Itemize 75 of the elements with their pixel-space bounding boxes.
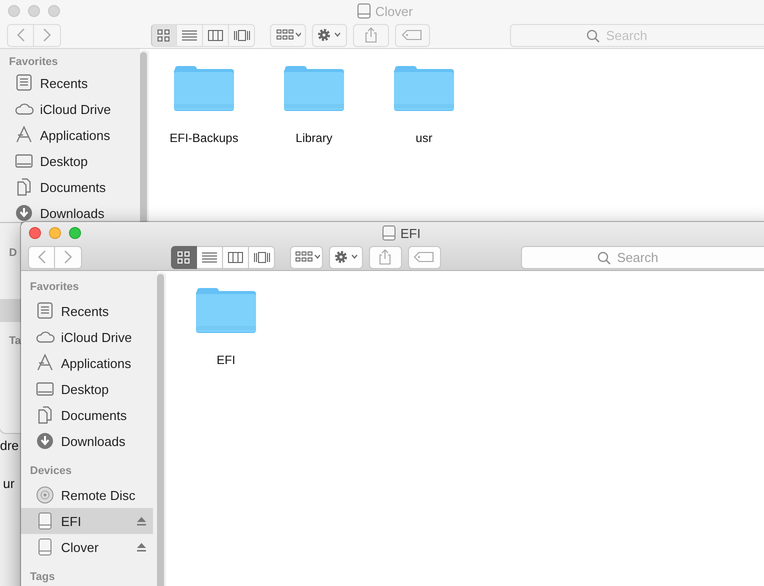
search-icon [597,250,611,264]
forward-button[interactable] [55,246,82,268]
sidebar-item[interactable] [0,299,21,322]
sidebar-item[interactable]: Documents [21,402,153,428]
sidebar-item[interactable]: Applications [21,350,153,376]
scrollbar[interactable] [157,274,164,586]
item-label: Recents [40,76,88,90]
folder-icon [174,63,234,111]
item-label: Clover [61,540,99,554]
chevron-right-icon [63,250,73,264]
sidebar-item[interactable]: Downloads [21,428,153,454]
disc-icon [35,485,55,505]
item-label: Downloads [40,206,104,220]
sidebar-item[interactable]: Remote Disc [21,482,153,508]
section-heading: Devices [29,464,73,479]
item-label: Downloads [61,434,126,448]
action-button[interactable] [329,246,362,268]
item-label: Applications [40,128,110,142]
back-button[interactable] [28,246,55,268]
sidebar-item[interactable]: Recents [21,298,153,324]
section-heading: Favorites [8,55,59,70]
compass-letter-icon [14,125,34,145]
window-title: Clover [375,4,413,18]
chevron-left-icon [36,250,46,264]
item-label: Remote Disc [61,488,136,502]
item-label: Documents [61,408,127,422]
item-label: Applications [61,356,132,370]
sidebar-item[interactable]: iCloud Drive [21,324,153,350]
icon-view-button[interactable] [171,246,197,268]
drive-icon [382,225,396,241]
close-button[interactable] [29,227,41,239]
item-label: Documents [40,180,106,194]
search-icon [586,28,600,42]
drive-icon [357,3,372,19]
share-icon [378,249,392,265]
sidebar-item[interactable]: EFI [21,508,153,534]
minimize-button[interactable] [49,227,61,239]
column-view-button[interactable] [223,246,249,268]
grid-caret-icon [274,28,301,42]
chevron-left-icon [16,28,26,42]
partial-text: ur [3,476,15,491]
search-field[interactable]: Search [521,246,764,268]
section-heading: Tags [29,570,56,585]
item-label: iCloud Drive [61,330,132,344]
inbox-tray-icon [35,301,55,321]
folder-icon [394,63,454,111]
partial-text: dre [0,438,19,453]
item-label: EFI [61,514,82,528]
section-heading: Favorites [29,280,80,295]
folder-icon [284,63,344,111]
list-view-button[interactable] [197,246,223,268]
gear-icon [332,249,359,265]
tag-icon [401,29,424,41]
zoom-button[interactable] [69,227,81,239]
window-title: EFI [400,226,421,240]
item-label: Desktop [61,382,109,396]
sidebar-item[interactable]: Desktop [21,376,153,402]
arrange-button[interactable] [290,246,324,268]
sidebar-item[interactable]: Clover [21,534,153,560]
file-name[interactable]: EFI [216,353,236,367]
item-label: Desktop [40,154,88,168]
grid-caret-icon [294,250,320,264]
tag-icon [413,251,436,263]
cover-flow-button[interactable] [249,246,275,268]
share-icon [364,27,378,43]
item-label: Recents [61,304,109,318]
tag-button[interactable] [408,246,441,268]
compass-letter-icon [35,353,55,373]
share-button[interactable] [368,246,402,268]
gear-icon [316,27,342,43]
section-heading: D [8,246,18,261]
folder-icon [196,285,256,333]
chevron-right-icon [42,28,52,42]
item-label: iCloud Drive [40,102,111,116]
inbox-tray-icon [14,73,34,93]
